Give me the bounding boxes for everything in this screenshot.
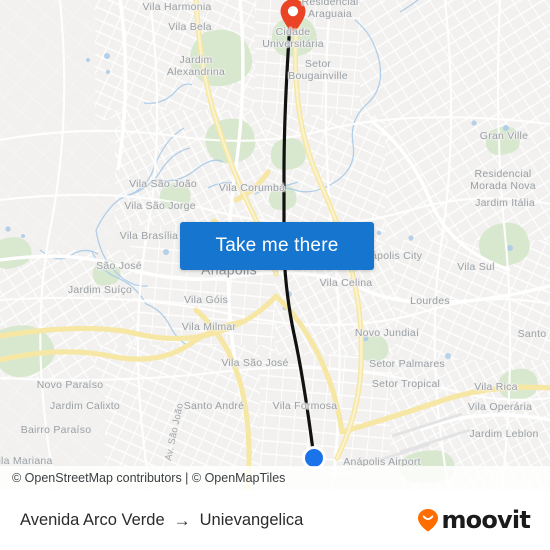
moovit-logo: moovit	[417, 506, 531, 534]
moovit-route-map-card: Vila Harmonia Vila Bela Residencial Aragua…	[0, 0, 550, 550]
moovit-pin-icon	[418, 509, 439, 532]
trip-summary: Avenida Arco Verde → Unievangelica	[20, 511, 303, 530]
map-attribution-text: © OpenStreetMap contributors | © OpenMap…	[12, 471, 286, 485]
map-attribution-bar: © OpenStreetMap contributors | © OpenMap…	[0, 466, 550, 490]
trip-destination-label: Unievangelica	[199, 510, 304, 529]
map-viewport[interactable]: Vila Harmonia Vila Bela Residencial Aragua…	[0, 0, 550, 490]
footer-bar: Avenida Arco Verde → Unievangelica moovi…	[0, 490, 550, 550]
take-me-there-button[interactable]: Take me there	[180, 222, 374, 270]
trip-origin-label: Avenida Arco Verde	[20, 510, 165, 529]
origin-marker-pin[interactable]	[278, 0, 308, 37]
arrow-right-icon: →	[173, 510, 191, 530]
moovit-wordmark: moovit	[441, 506, 530, 534]
